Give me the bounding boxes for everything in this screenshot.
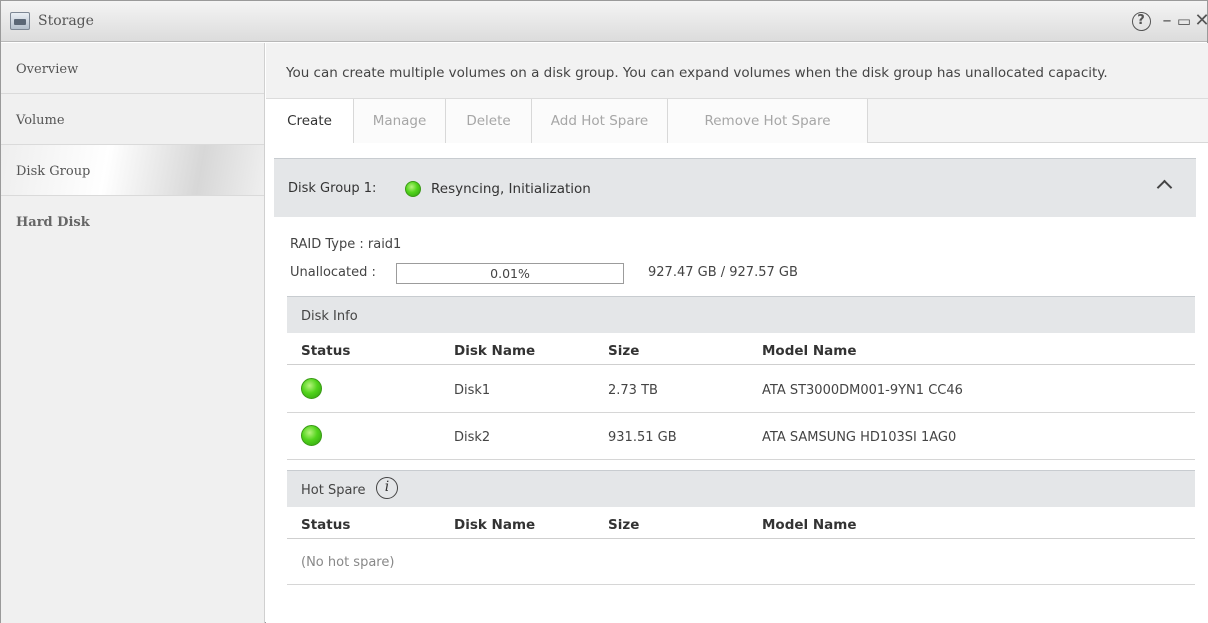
disk-info-header: Disk Info [287, 296, 1195, 333]
sidebar-item-overview[interactable]: Overview [1, 43, 264, 94]
info-banner: You can create multiple volumes on a dis… [266, 43, 1208, 99]
hot-spare-title: Hot Spare [301, 483, 366, 498]
disk-model: ATA ST3000DM001-9YN1 CC46 [762, 383, 963, 398]
main-content: You can create multiple volumes on a dis… [266, 43, 1208, 623]
hot-spare-section: Hot Spare i Status Disk Name Size Model … [287, 470, 1195, 590]
disk-size: 2.73 TB [608, 383, 658, 398]
column-status: Status [301, 343, 351, 359]
chevron-up-icon[interactable] [1154, 175, 1176, 197]
title-bar: Storage ? – ▭ ✕ [1, 1, 1208, 42]
unallocated-percent: 0.01% [490, 266, 530, 281]
disk-info-section: Disk Info Status Disk Name Size Model Na… [287, 296, 1195, 466]
sidebar-item-label: Hard Disk [16, 215, 90, 230]
status-ok-icon [301, 425, 322, 446]
disk-info-column-headers: Status Disk Name Size Model Name [287, 334, 1195, 365]
storage-window: Storage ? – ▭ ✕ Overview Volume Disk Gro… [0, 0, 1208, 623]
empty-hot-spare-row: (No hot spare) [287, 539, 1195, 585]
column-size: Size [608, 343, 640, 359]
create-button[interactable]: Create [266, 99, 354, 143]
hot-spare-header: Hot Spare i [287, 470, 1195, 507]
column-model-name: Model Name [762, 343, 857, 359]
table-row[interactable]: Disk2 931.51 GB ATA SAMSUNG HD103SI 1AG0 [287, 413, 1195, 460]
close-icon[interactable]: ✕ [1190, 9, 1208, 33]
column-disk-name: Disk Name [454, 517, 536, 533]
unallocated-label: Unallocated : [290, 265, 376, 280]
disk-info-title: Disk Info [301, 309, 358, 324]
sidebar-item-disk-group[interactable]: Disk Group [1, 145, 264, 196]
remove-hot-spare-button[interactable]: Remove Hot Spare [668, 99, 868, 143]
delete-button[interactable]: Delete [446, 99, 532, 143]
sidebar-item-label: Overview [16, 62, 79, 77]
sidebar-item-label: Disk Group [16, 164, 91, 179]
capacity-text: 927.47 GB / 927.57 GB [648, 265, 798, 280]
column-size: Size [608, 517, 640, 533]
manage-button[interactable]: Manage [354, 99, 446, 143]
status-ok-icon [405, 181, 421, 197]
column-model-name: Model Name [762, 517, 857, 533]
sidebar-item-hard-disk[interactable]: Hard Disk [1, 196, 264, 247]
no-hot-spare-text: (No hot spare) [301, 555, 395, 570]
column-status: Status [301, 517, 351, 533]
disk-name: Disk1 [454, 383, 491, 398]
disk-group-header[interactable]: Disk Group 1: Resyncing, Initialization [274, 158, 1196, 217]
disk-name: Disk2 [454, 430, 491, 445]
disk-group-status: Resyncing, Initialization [431, 181, 591, 197]
storage-app-icon [10, 12, 30, 30]
sidebar: Overview Volume Disk Group Hard Disk [1, 43, 265, 623]
raid-type: RAID Type : raid1 [290, 237, 402, 252]
disk-group-label: Disk Group 1: [288, 181, 377, 196]
disk-size: 931.51 GB [608, 430, 677, 445]
window-title: Storage [38, 13, 94, 29]
add-hot-spare-button[interactable]: Add Hot Spare [532, 99, 668, 143]
status-ok-icon [301, 378, 322, 399]
info-icon[interactable]: i [376, 477, 398, 499]
toolbar: Create Manage Delete Add Hot Spare Remov… [266, 99, 1208, 143]
sidebar-item-label: Volume [16, 113, 65, 128]
disk-model: ATA SAMSUNG HD103SI 1AG0 [762, 430, 957, 445]
hot-spare-column-headers: Status Disk Name Size Model Name [287, 508, 1195, 539]
banner-text: You can create multiple volumes on a dis… [286, 65, 1108, 81]
help-icon[interactable]: ? [1129, 9, 1153, 33]
column-disk-name: Disk Name [454, 343, 536, 359]
sidebar-item-volume[interactable]: Volume [1, 94, 264, 145]
table-row[interactable]: Disk1 2.73 TB ATA ST3000DM001-9YN1 CC46 [287, 366, 1195, 413]
unallocated-progress-bar: 0.01% [396, 263, 624, 284]
